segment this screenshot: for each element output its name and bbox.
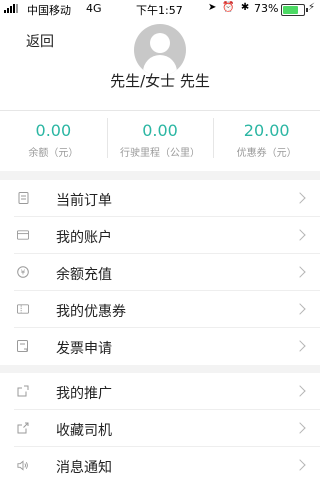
menu-item-label: 发票申请 (56, 341, 112, 357)
carrier-label: 中国移动 (27, 4, 71, 17)
signal-icon (4, 4, 18, 13)
alarm-icon: ⏰ (222, 2, 235, 13)
status-icons: ➤ ⏰ ✱ (208, 2, 249, 13)
chevron-right-icon (294, 340, 306, 352)
menu-item-notifications[interactable]: 消息通知 (0, 447, 320, 484)
menu-item-label: 我的优惠券 (56, 304, 126, 320)
chevron-right-icon (294, 459, 306, 471)
coupon-icon (17, 304, 29, 314)
menu-item-recharge[interactable]: ¥ 余额充值 (0, 254, 320, 291)
status-time: 下午1:57 (136, 4, 183, 17)
balance-label: 余额（元） (28, 148, 79, 159)
order-icon (17, 192, 29, 204)
recharge-icon: ¥ (17, 266, 29, 278)
chevron-right-icon (294, 229, 306, 241)
menu-item-label: 消息通知 (56, 460, 112, 476)
avatar[interactable] (134, 24, 186, 76)
section-gap (0, 365, 320, 373)
coupon-label: 优惠券（元） (236, 148, 297, 159)
status-bar: 中国移动 4G 下午1:57 ➤ ⏰ ✱ 73% ⚡ (0, 0, 320, 18)
balance-value: 0.00 (35, 121, 72, 140)
divider (0, 110, 320, 111)
username: 先生/女士 先生 (110, 72, 210, 90)
menu-item-my-account[interactable]: 我的账户 (0, 217, 320, 254)
chevron-right-icon (294, 266, 306, 278)
back-button[interactable]: 返回 (26, 31, 54, 51)
menu-item-label: 收藏司机 (56, 423, 112, 439)
location-icon: ➤ (208, 2, 217, 13)
menu-group-more: 我的推广 收藏司机 消息通知 (0, 373, 320, 484)
charging-icon: ⚡ (308, 2, 316, 13)
battery-icon (281, 4, 308, 16)
chevron-right-icon (294, 422, 306, 434)
speaker-icon (17, 459, 29, 471)
menu-item-label: 当前订单 (56, 193, 112, 209)
chevron-right-icon (294, 303, 306, 315)
mileage-stat[interactable]: 0.00 行驶里程（公里） (106, 116, 214, 162)
section-gap (0, 171, 320, 180)
invoice-icon (17, 340, 29, 352)
network-type: 4G (86, 2, 102, 15)
stats-panel: 0.00 余额（元） 0.00 行驶里程（公里） 20.00 优惠券（元） (0, 116, 320, 162)
mileage-value: 0.00 (142, 121, 178, 140)
mileage-label: 行驶里程（公里） (120, 148, 200, 159)
menu-item-current-order[interactable]: 当前订单 (0, 180, 320, 217)
battery-percent: 73% (254, 2, 279, 15)
balance-stat[interactable]: 0.00 余额（元） (0, 116, 107, 162)
chevron-right-icon (294, 192, 306, 204)
menu-item-favorite-drivers[interactable]: 收藏司机 (0, 410, 320, 447)
card-icon (17, 230, 29, 240)
menu-item-label: 我的推广 (56, 386, 112, 402)
menu-item-label: 我的账户 (56, 230, 112, 246)
menu-item-my-coupons[interactable]: 我的优惠券 (0, 291, 320, 328)
bluetooth-icon: ✱ (240, 2, 250, 13)
coupon-value: 20.00 (243, 121, 290, 140)
svg-text:¥: ¥ (21, 269, 26, 277)
share-icon (17, 385, 29, 397)
menu-item-my-promotion[interactable]: 我的推广 (0, 373, 320, 410)
favorite-icon (17, 422, 29, 434)
menu-group-orders: 当前订单 我的账户 ¥ 余额充值 我的优惠券 发票申请 (0, 180, 320, 365)
chevron-right-icon (294, 385, 306, 397)
coupon-stat[interactable]: 20.00 优惠券（元） (213, 116, 320, 162)
menu-item-invoice[interactable]: 发票申请 (0, 328, 320, 365)
menu-item-label: 余额充值 (56, 267, 112, 283)
